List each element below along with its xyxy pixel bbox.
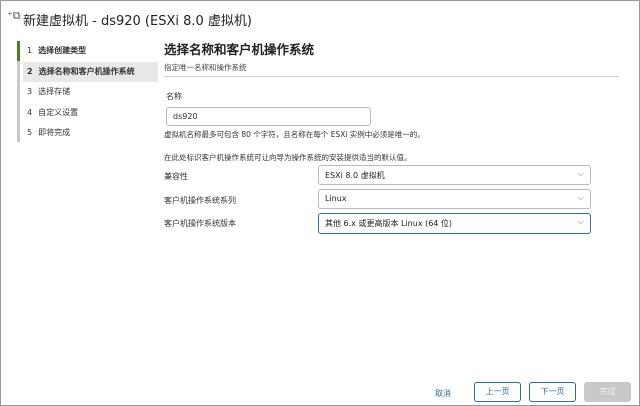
page-subtitle: 指定唯一名称和操作系统 — [164, 63, 247, 72]
name-label: 名称 — [166, 92, 182, 101]
chevron-down-icon: ⌵ — [577, 217, 584, 226]
dialog-title: 新建虚拟机 - ds920 (ESXi 8.0 虚拟机) — [23, 14, 252, 29]
finish-button[interactable]: 完成 — [584, 382, 631, 402]
step-number: 1 — [27, 46, 33, 55]
select-value: Linux — [325, 194, 347, 203]
step-label: 选择存储 — [38, 87, 71, 96]
compatibility-select[interactable]: ESXi 8.0 虚拟机 ⌵ — [318, 165, 591, 185]
chevron-down-icon: ⌵ — [577, 169, 584, 178]
step-number: 2 — [27, 67, 33, 76]
page-title: 选择名称和客户机操作系统 — [164, 42, 315, 57]
step-number: 5 — [27, 128, 33, 137]
select-value: 其他 6.x 或更高版本 Linux (64 位) — [325, 219, 453, 228]
divider — [164, 76, 618, 77]
compatibility-label: 兼容性 — [164, 172, 188, 181]
os-version-label: 客户机操作系统版本 — [164, 219, 236, 228]
step-5[interactable]: 5 即将完成 — [23, 123, 158, 143]
step-label: 即将完成 — [38, 128, 71, 137]
next-button[interactable]: 下一页 — [529, 382, 576, 402]
step-number: 3 — [27, 87, 33, 96]
step-number: 4 — [27, 108, 33, 117]
name-input[interactable]: ds920 — [166, 107, 371, 126]
back-button[interactable]: 上一页 — [474, 382, 521, 402]
chevron-down-icon: ⌵ — [577, 193, 584, 202]
cancel-button[interactable]: 取消 — [435, 388, 451, 399]
os-version-select[interactable]: 其他 6.x 或更高版本 Linux (64 位) ⌵ — [318, 213, 591, 234]
step-label: 自定义设置 — [38, 108, 79, 117]
step-label: 选择创建类型 — [38, 46, 87, 55]
select-value: ESXi 8.0 虚拟机 — [325, 171, 385, 180]
os-family-label: 客户机操作系统系列 — [164, 196, 236, 205]
os-family-select[interactable]: Linux ⌵ — [318, 189, 591, 209]
step-progress-bar — [17, 41, 20, 142]
os-hint: 在此处标识客户机操作系统可让向导为操作系统的安装提供适当的默认值。 — [164, 153, 412, 162]
step-1[interactable]: 1 选择创建类型 — [23, 41, 158, 61]
new-vm-icon: ⁺⧉ — [7, 9, 21, 22]
step-3[interactable]: 3 选择存储 — [23, 82, 158, 102]
step-4[interactable]: 4 自定义设置 — [23, 103, 158, 123]
step-label: 选择名称和客户机操作系统 — [38, 67, 135, 76]
name-hint: 虚拟机名称最多可包含 80 个字符，且名称在每个 ESXi 实例中必须是唯一的。 — [164, 130, 425, 139]
step-2[interactable]: 2 选择名称和客户机操作系统 — [23, 62, 158, 82]
